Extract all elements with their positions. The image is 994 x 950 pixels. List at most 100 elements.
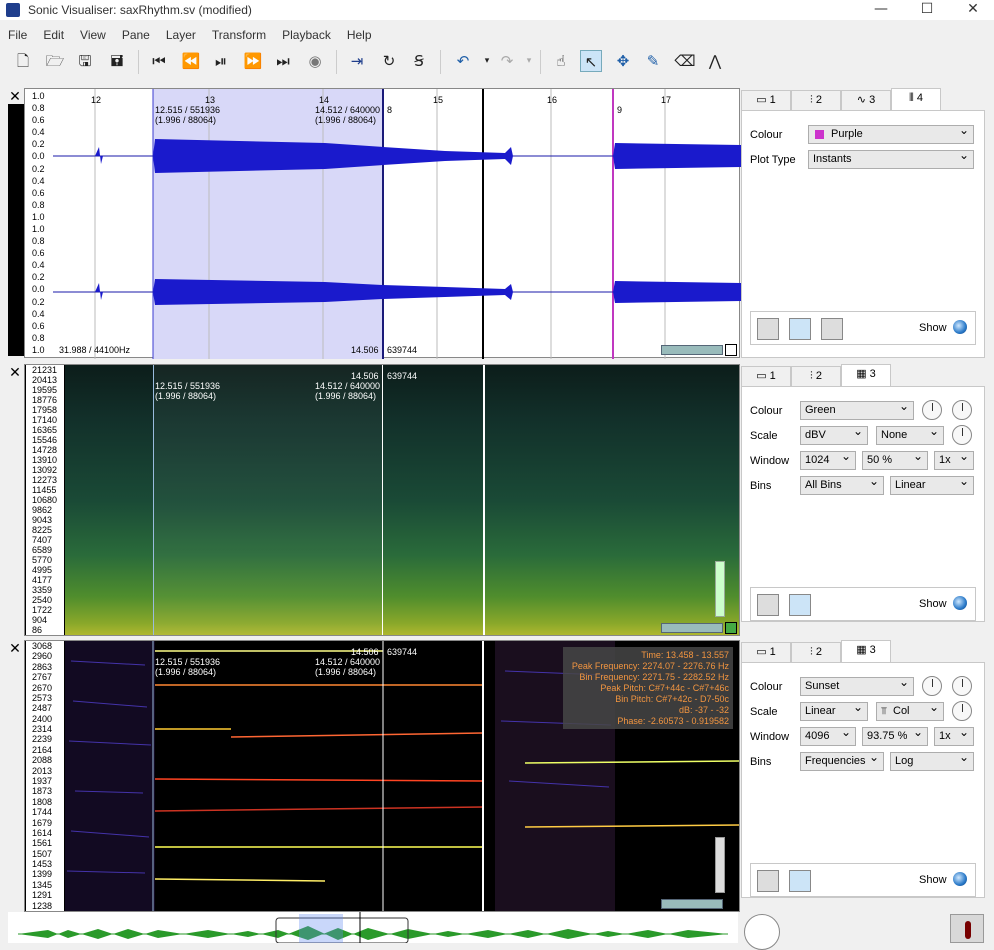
solo-icon[interactable]: Ꞩ <box>408 50 430 72</box>
save-icon[interactable]: 🖫 <box>74 50 96 72</box>
navigate-icon[interactable]: ☝ <box>550 50 572 72</box>
maximize-button[interactable]: ☐ <box>904 0 950 20</box>
play-layer-icon[interactable] <box>789 870 811 892</box>
undo-icon[interactable]: ↶ <box>452 50 474 72</box>
draw-icon[interactable]: ✎ <box>642 50 664 72</box>
scale-tick-label: 1.0 <box>32 91 45 101</box>
normalize-dropdown[interactable]: ⫪ Col <box>876 699 944 721</box>
bin-scale-dropdown[interactable]: Log <box>890 749 974 771</box>
oversampling-dropdown[interactable]: 1x <box>934 724 974 746</box>
open-icon[interactable]: 🗁 <box>44 50 66 72</box>
layer-tab-4[interactable]: ⦀ 4 <box>891 88 941 110</box>
minimize-button[interactable]: — <box>858 0 904 20</box>
overlap-dropdown[interactable]: 50 % <box>862 448 928 470</box>
threshold-dial[interactable] <box>952 425 972 445</box>
menu-view[interactable]: View <box>72 26 114 44</box>
close-pane-3-button[interactable]: ✕ <box>8 642 22 656</box>
overview-pane[interactable] <box>8 912 738 943</box>
bin-scale-dropdown[interactable]: Linear <box>890 473 974 495</box>
layer-tab-2[interactable]: ⫶ 2 <box>791 90 841 110</box>
colour-dropdown[interactable]: Green <box>800 398 914 420</box>
zoom-reset-button[interactable] <box>725 344 737 356</box>
play-pause-icon[interactable]: ⏯ <box>210 50 232 72</box>
layer-color-icon[interactable] <box>757 318 779 340</box>
cursor-time-label: 14.506 <box>351 345 379 355</box>
play-selection-icon[interactable]: ⇥ <box>346 50 368 72</box>
rewind-icon[interactable]: ⏪ <box>180 50 202 72</box>
waveform-pane[interactable]: 12.515 / 551936 (1.996 / 88064) 14.512 /… <box>24 88 741 359</box>
zoom-slider[interactable] <box>661 899 723 909</box>
colour-rotation-dial[interactable] <box>922 676 942 696</box>
show-toggle[interactable] <box>953 596 967 610</box>
scale-tick-label: 0.0 <box>32 284 45 295</box>
rewind-start-icon[interactable]: ⏮ <box>148 50 170 72</box>
colour-dropdown[interactable]: Sunset <box>800 674 914 696</box>
scale-dropdown[interactable]: dBV <box>800 423 868 445</box>
zoom-reset-button[interactable] <box>725 622 737 634</box>
layer-color-icon[interactable] <box>757 870 779 892</box>
undo-menu-icon[interactable]: ▾ <box>476 50 498 72</box>
menu-playback[interactable]: Playback <box>274 26 339 44</box>
layer-tab-3[interactable]: ▦ 3 <box>841 364 891 386</box>
show-toggle[interactable] <box>953 872 967 886</box>
save-as-icon[interactable]: 🖬 <box>106 50 128 72</box>
menu-edit[interactable]: Edit <box>35 26 72 44</box>
loop-icon[interactable]: ↻ <box>378 50 400 72</box>
gain-dial[interactable] <box>952 400 972 420</box>
layer-gain-icon[interactable] <box>821 318 843 340</box>
menu-file[interactable]: File <box>0 26 35 44</box>
menu-layer[interactable]: Layer <box>158 26 204 44</box>
layer-tab-1[interactable]: ▭ 1 <box>741 642 791 662</box>
layer-tab-2[interactable]: ⫶ 2 <box>791 642 841 662</box>
layer-tab-2[interactable]: ⫶ 2 <box>791 366 841 386</box>
spectrogram-pane[interactable]: 12.515 / 551936 (1.996 / 88064) 14.512 /… <box>24 364 740 636</box>
erase-icon[interactable]: ⌫ <box>674 50 696 72</box>
oversampling-dropdown[interactable]: 1x <box>934 448 974 470</box>
show-toggle[interactable] <box>953 320 967 334</box>
overlap-dropdown[interactable]: 93.75 % <box>862 724 928 746</box>
measurement-info-line: Peak Frequency: 2274.07 - 2276.76 Hz <box>571 661 729 671</box>
plot-type-dropdown[interactable]: Instants <box>808 147 974 169</box>
move-icon[interactable]: ✥ <box>612 50 634 72</box>
window-size-dropdown[interactable]: 4096 <box>800 724 856 746</box>
close-pane-1-button[interactable]: ✕ <box>8 90 22 104</box>
fast-forward-end-icon[interactable]: ⏭ <box>272 50 294 72</box>
playback-mode-button[interactable] <box>950 914 984 943</box>
vertical-zoom-slider[interactable] <box>715 561 725 617</box>
menu-transform[interactable]: Transform <box>204 26 274 44</box>
close-window-button[interactable]: ✕ <box>950 0 994 20</box>
redo-icon[interactable]: ↷ <box>496 50 518 72</box>
normalize-dropdown[interactable]: None <box>876 423 944 445</box>
close-pane-2-button[interactable]: ✕ <box>8 366 22 380</box>
colour-rotation-dial[interactable] <box>922 400 942 420</box>
vertical-zoom-slider[interactable] <box>715 837 725 893</box>
bins-dropdown[interactable]: Frequencies <box>800 749 884 771</box>
window-size-dropdown[interactable]: 1024 <box>800 448 856 470</box>
waveform-channel-1 <box>53 139 741 173</box>
layer-tab-3[interactable]: ▦ 3 <box>841 640 891 662</box>
zoom-slider[interactable] <box>661 345 723 355</box>
scale-tick-label: 13910 <box>32 455 58 465</box>
play-layer-icon[interactable] <box>789 594 811 616</box>
gain-dial[interactable] <box>952 676 972 696</box>
layer-tab-1[interactable]: ▭ 1 <box>741 90 791 110</box>
playback-speed-dial[interactable] <box>744 914 780 950</box>
bins-dropdown[interactable]: All Bins <box>800 473 884 495</box>
colour-dropdown[interactable]: Purple <box>808 122 974 144</box>
scale-dropdown[interactable]: Linear <box>800 699 868 721</box>
layer-tab-1[interactable]: ▭ 1 <box>741 366 791 386</box>
new-file-icon[interactable]: 🗋 <box>12 50 34 72</box>
fast-forward-icon[interactable]: ⏩ <box>242 50 264 72</box>
menu-help[interactable]: Help <box>339 26 380 44</box>
menu-pane[interactable]: Pane <box>114 26 158 44</box>
select-icon[interactable]: ↖ <box>580 50 602 72</box>
redo-menu-icon[interactable]: ▾ <box>518 50 540 72</box>
layer-tab-3[interactable]: ∿ 3 <box>841 90 891 110</box>
zoom-slider[interactable] <box>661 623 723 633</box>
peak-frequency-pane[interactable]: 12.515 / 551936 (1.996 / 88064) 14.512 /… <box>24 640 740 912</box>
measure-icon[interactable]: ⋀ <box>704 50 726 72</box>
layer-color-icon[interactable] <box>757 594 779 616</box>
play-layer-icon[interactable] <box>789 318 811 340</box>
record-icon[interactable]: ◉ <box>304 50 326 72</box>
threshold-dial[interactable] <box>952 701 972 721</box>
